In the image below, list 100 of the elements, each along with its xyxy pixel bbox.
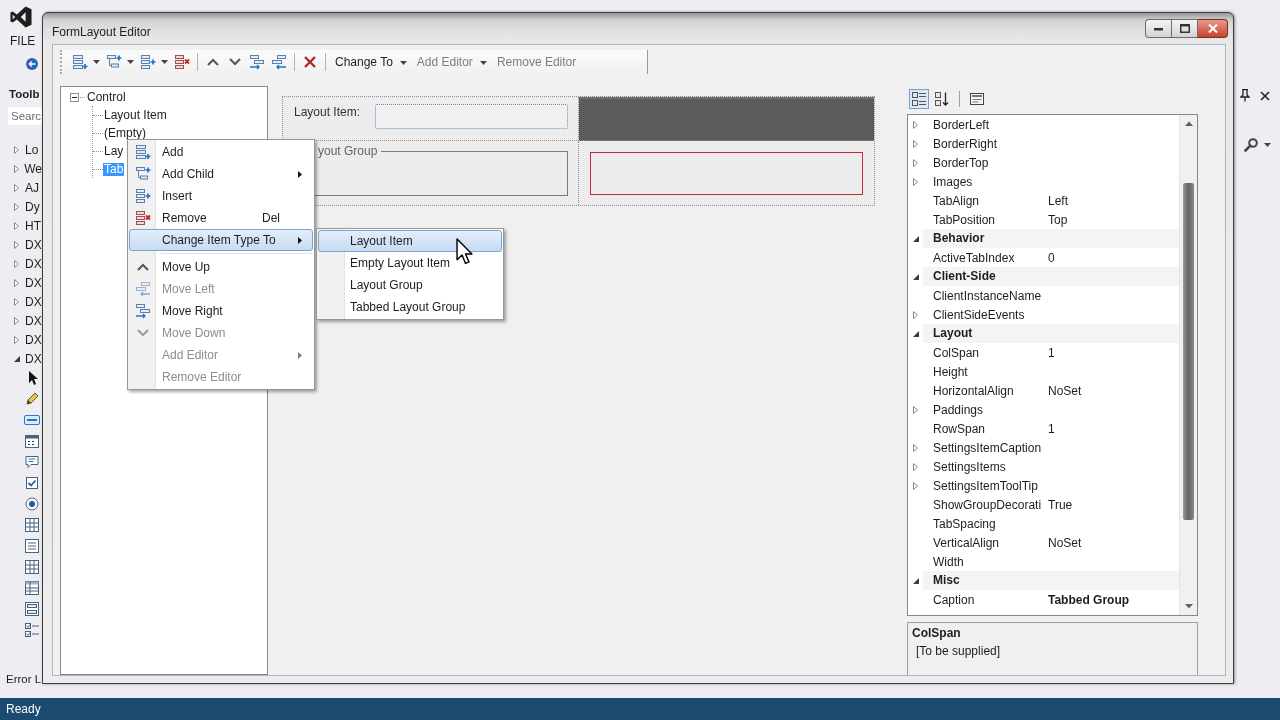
menu-item[interactable]: Insert xyxy=(129,185,313,207)
category-header[interactable]: Layout xyxy=(923,324,1179,343)
toolbar-menu-button[interactable]: Change To xyxy=(330,51,412,73)
property-value[interactable]: True xyxy=(1048,497,1073,512)
menu-item[interactable]: Move Right xyxy=(129,300,313,322)
speech-bubble-icon[interactable] xyxy=(24,454,40,470)
panel-tab[interactable]: Error L xyxy=(6,672,42,686)
menu-item[interactable]: Remove Del xyxy=(129,207,313,229)
property-name[interactable]: ActiveTabIndex xyxy=(933,250,1015,265)
toolbox-group[interactable]: DX xyxy=(0,349,42,368)
tree-item[interactable]: (Empty) xyxy=(103,126,147,140)
property-name[interactable]: TabSpacing xyxy=(933,516,996,531)
triangle-right-icon[interactable] xyxy=(14,240,19,249)
triangle-right-icon[interactable] xyxy=(913,462,918,471)
triangle-down-icon[interactable] xyxy=(912,330,919,337)
property-value[interactable]: Left xyxy=(1048,193,1068,208)
triangle-right-icon[interactable] xyxy=(14,221,19,230)
table-icon[interactable] xyxy=(24,580,40,596)
toolbox-group[interactable]: DX xyxy=(0,292,42,311)
triangle-right-icon[interactable] xyxy=(913,139,918,148)
triangle-down-icon[interactable] xyxy=(912,577,919,584)
grid-icon[interactable] xyxy=(24,517,40,533)
triangle-right-icon[interactable] xyxy=(913,443,918,452)
triangle-right-icon[interactable] xyxy=(14,164,19,173)
toolbox-group[interactable]: DX xyxy=(0,254,42,273)
property-value[interactable]: 1 xyxy=(1048,421,1055,436)
menu-item[interactable]: Add Child xyxy=(129,163,313,185)
toolbox-group[interactable]: Dy xyxy=(0,197,42,216)
scrollbar-thumb[interactable] xyxy=(1183,183,1194,520)
radio-button-icon[interactable] xyxy=(24,496,40,512)
toolbox-group[interactable]: DX xyxy=(0,330,42,349)
pin-icon[interactable] xyxy=(1240,89,1250,102)
triangle-right-icon[interactable] xyxy=(913,405,918,414)
toolbox-group[interactable]: DX xyxy=(0,235,42,254)
pencil-icon[interactable] xyxy=(24,391,40,407)
property-name[interactable]: BorderTop xyxy=(933,155,989,170)
triangle-right-icon[interactable] xyxy=(14,278,19,287)
triangle-right-icon[interactable] xyxy=(14,183,19,192)
button-icon[interactable] xyxy=(24,412,40,428)
triangle-down-icon[interactable] xyxy=(912,273,919,280)
property-value[interactable]: 0 xyxy=(1048,250,1055,265)
property-name[interactable]: Height xyxy=(933,364,968,379)
property-name[interactable]: TabPosition xyxy=(933,212,996,227)
property-name[interactable]: RowSpan xyxy=(933,421,986,436)
toolbox-group[interactable]: DX xyxy=(0,273,42,292)
triangle-right-icon[interactable] xyxy=(913,120,918,129)
property-name[interactable]: BorderRight xyxy=(933,136,998,151)
menu-item[interactable]: Tabbed Layout Group xyxy=(318,296,502,318)
category-header[interactable]: Client-Side xyxy=(923,267,1179,286)
property-name[interactable]: SettingsItemToolTip xyxy=(933,478,1038,493)
triangle-right-icon[interactable] xyxy=(913,177,918,186)
property-name[interactable]: TabAlign xyxy=(933,193,980,208)
triangle-right-icon[interactable] xyxy=(14,202,19,211)
toolbox-group[interactable]: AJ xyxy=(0,178,42,197)
menu-item[interactable]: Empty Layout Item xyxy=(318,252,502,274)
back-arrow-icon[interactable] xyxy=(26,58,38,70)
toolbox-group[interactable]: We xyxy=(0,159,42,178)
menu-item[interactable]: Add xyxy=(129,141,313,163)
triangle-right-icon[interactable] xyxy=(14,316,19,325)
property-value[interactable]: Top xyxy=(1048,212,1068,227)
close-icon[interactable] xyxy=(1260,90,1270,101)
toolbox-group[interactable]: HT xyxy=(0,216,42,235)
triangle-right-icon[interactable] xyxy=(913,481,918,490)
toolbox-group[interactable]: Lo xyxy=(0,140,42,159)
search-field[interactable]: Searc xyxy=(8,107,42,125)
calendar-icon[interactable] xyxy=(24,433,40,449)
tree-item[interactable]: Layout Item xyxy=(103,108,168,122)
search-icon[interactable] xyxy=(1244,138,1258,152)
property-name[interactable]: SettingsItems xyxy=(933,459,1006,474)
scroll-up-icon[interactable] xyxy=(1184,121,1193,126)
property-value[interactable]: 1 xyxy=(1048,345,1055,360)
collapse-icon[interactable] xyxy=(70,92,79,102)
property-name[interactable]: VerticalAlign xyxy=(933,535,1000,550)
triangle-down-icon[interactable] xyxy=(14,355,20,362)
property-value[interactable]: Tabbed Group xyxy=(1048,592,1130,607)
text-field[interactable] xyxy=(375,104,568,129)
categorized-button[interactable] xyxy=(909,89,929,109)
close-button[interactable] xyxy=(1198,19,1228,38)
property-value[interactable]: NoSet xyxy=(1048,535,1082,550)
list-icon[interactable] xyxy=(24,538,40,554)
triangle-right-icon[interactable] xyxy=(14,145,19,154)
triangle-right-icon[interactable] xyxy=(913,310,918,319)
menu-item[interactable]: Layout Group xyxy=(318,274,502,296)
minimize-button[interactable] xyxy=(1145,19,1171,38)
menu-item[interactable]: Move Up xyxy=(129,256,313,278)
property-name[interactable]: ClientInstanceName xyxy=(933,288,1042,303)
checklist-icon[interactable] xyxy=(24,622,40,638)
menu-item[interactable]: FILE xyxy=(10,34,36,48)
property-name[interactable]: ColSpan xyxy=(933,345,980,360)
tree-item[interactable]: Control xyxy=(86,90,127,104)
property-name[interactable]: ClientSideEvents xyxy=(933,307,1025,322)
property-name[interactable]: Images xyxy=(933,174,973,189)
grid-icon[interactable] xyxy=(24,559,40,575)
property-name[interactable]: Width xyxy=(933,554,964,569)
triangle-right-icon[interactable] xyxy=(14,297,19,306)
property-value[interactable]: NoSet xyxy=(1048,383,1082,398)
property-name[interactable]: HorizontalAlign xyxy=(933,383,1014,398)
scroll-down-icon[interactable] xyxy=(1184,604,1193,609)
triangle-down-icon[interactable] xyxy=(912,235,919,242)
checkbox-icon[interactable] xyxy=(24,475,40,491)
